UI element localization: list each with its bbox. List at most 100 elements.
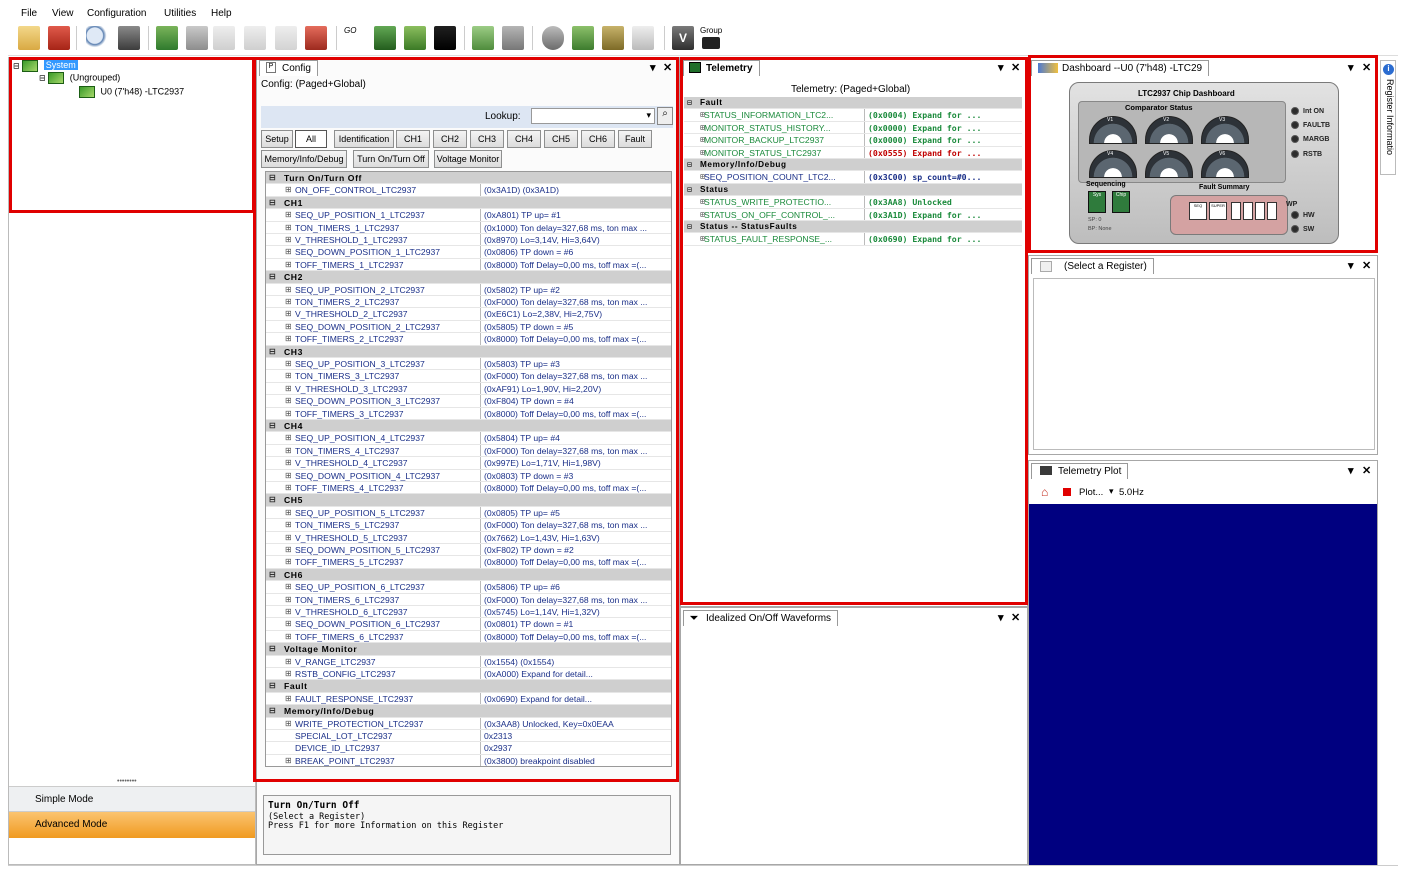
expand-icon[interactable]: ⊞ (285, 556, 292, 567)
telemetry-grid[interactable]: ⊟ Fault ⊞ STATUS_INFORMATION_LTC2... (0x0004… (681, 97, 1027, 297)
expand-icon[interactable]: ⊞ (285, 209, 292, 220)
collapse-icon[interactable]: ⊟ (269, 680, 276, 691)
group-header[interactable]: ⊟ Fault (266, 680, 671, 693)
plot-dropdown[interactable]: Plot... (1079, 487, 1103, 498)
expand-icon[interactable]: ⊞ (285, 606, 292, 617)
group-header[interactable]: ⊟ Turn On/Turn Off (266, 172, 671, 185)
expand-icon[interactable]: ⊞ (285, 755, 292, 766)
register-row[interactable]: SPECIAL_LOT_LTC2937 0x2313 (266, 730, 671, 743)
erase-icon[interactable] (632, 26, 654, 50)
close-icon[interactable]: ✕ (1362, 61, 1371, 74)
register-row[interactable]: ⊞ TOFF_TIMERS_1_LTC2937 (0x8000) Toff Dela… (266, 258, 671, 272)
register-row[interactable]: ⊞ BREAK_POINT_LTC2937 (0x3800) breakpoint … (266, 754, 671, 766)
expand-icon[interactable]: ⊞ (285, 370, 292, 381)
register-row[interactable]: ⊞ SEQ_DOWN_POSITION_1_LTC2937 (0x0806) TP … (266, 246, 671, 259)
telemetry-row[interactable]: ⊞ STATUS_WRITE_PROTECTIO... (0x3AA8) Unloc… (684, 196, 1022, 209)
filter-all-button[interactable]: All (295, 130, 327, 148)
collapse-icon[interactable]: ⊟ (269, 705, 276, 716)
expand-icon[interactable]: ⊞ (285, 284, 292, 295)
filter-ch6-button[interactable]: CH6 (581, 130, 615, 148)
drc-icon[interactable] (305, 26, 327, 50)
verify-icon[interactable] (434, 26, 456, 50)
register-row[interactable]: ⊞ SEQ_UP_POSITION_4_LTC2937 (0x5804) TP up… (266, 432, 671, 445)
close-icon[interactable]: ✕ (1362, 464, 1371, 477)
group-header[interactable]: ⊟ CH1 (266, 196, 671, 210)
group-header[interactable]: ⊟ CH5 (266, 494, 671, 507)
collapse-icon[interactable]: ⊟ (687, 97, 692, 108)
expand-icon[interactable]: ⊞ (285, 432, 292, 443)
expand-icon[interactable]: ⊞ (285, 594, 292, 605)
config-register-grid[interactable]: ⊟ Turn On/Turn Off ⊞ ON_OFF_CONTROL_LTC2937… (265, 171, 672, 767)
expand-icon[interactable]: ⊞ (285, 296, 292, 307)
expand-icon[interactable]: ⊞ (285, 693, 292, 704)
go-online-icon[interactable]: GO (344, 26, 366, 50)
filter-memory-button[interactable]: Memory/Info/Debug (261, 150, 347, 168)
tree-group[interactable]: ⊟ (Ungrouped) (39, 72, 120, 84)
expand-icon[interactable]: ⊞ (285, 507, 292, 518)
close-icon[interactable]: ✕ (1011, 611, 1020, 624)
register-row[interactable]: ⊞ V_THRESHOLD_1_LTC2937 (0x8970) Lo=3,14V,… (266, 234, 671, 247)
group-op-icon[interactable]: Group (700, 26, 728, 50)
register-row[interactable]: ⊞ TOFF_TIMERS_5_LTC2937 (0x8000) Toff Dela… (266, 556, 671, 569)
expand-icon[interactable]: ⊞ (285, 656, 292, 667)
expand-icon[interactable]: ⊞ (285, 631, 292, 642)
panel-menu-icon[interactable]: ▾ (1348, 61, 1354, 74)
expand-icon[interactable]: ⊞ (285, 544, 292, 555)
menu-file[interactable]: File (21, 8, 37, 19)
panel-menu-icon[interactable]: ▾ (650, 61, 656, 74)
save-icon[interactable] (48, 26, 70, 50)
register-row[interactable]: ⊞ SEQ_UP_POSITION_6_LTC2937 (0x5806) TP up… (266, 581, 671, 594)
collapse-icon[interactable]: ⊟ (269, 346, 276, 357)
register-row[interactable]: ⊞ SEQ_DOWN_POSITION_4_LTC2937 (0x0803) TP … (266, 469, 671, 482)
scan-icon[interactable] (156, 26, 178, 50)
advanced-mode-button[interactable]: Advanced Mode (9, 812, 255, 838)
clear-faults-icon[interactable] (472, 26, 494, 50)
expand-icon[interactable]: ⊞ (285, 321, 292, 332)
expand-icon[interactable]: ⊞ (285, 395, 292, 406)
register-row[interactable]: ⊞ TON_TIMERS_5_LTC2937 (0xF000) Ton delay=… (266, 519, 671, 532)
register-row[interactable]: ⊞ ON_OFF_CONTROL_LTC2937 (0x3A1D) (0x3A1D) (266, 184, 671, 197)
expand-icon[interactable]: ⊞ (285, 259, 292, 270)
filter-setup-button[interactable]: Setup (261, 130, 293, 148)
register-row[interactable]: ⊞ TON_TIMERS_3_LTC2937 (0xF000) Ton delay=… (266, 370, 671, 383)
group-header[interactable]: ⊟ CH4 (266, 420, 671, 433)
tree-device[interactable]: U0 (7'h48) -LTC2937 (79, 86, 184, 98)
doc-icon[interactable] (213, 26, 235, 50)
search-icon[interactable] (86, 26, 108, 50)
group-header[interactable]: ⊟ Memory/Info/Debug (266, 705, 671, 718)
expand-icon[interactable]: ⊞ (285, 383, 292, 394)
tab-telemetry[interactable]: Telemetry (683, 60, 760, 76)
ram-nvm-icon[interactable] (572, 26, 594, 50)
register-info-sidebar[interactable]: i Register Informatio (1380, 60, 1396, 175)
expand-icon[interactable]: ⊞ (285, 222, 292, 233)
register-row[interactable]: ⊞ V_THRESHOLD_3_LTC2937 (0xAF91) Lo=1,90V,… (266, 382, 671, 396)
panel-menu-icon[interactable]: ▾ (1348, 259, 1354, 272)
collapse-icon[interactable]: ⊟ (269, 494, 276, 505)
chip-icon[interactable] (186, 26, 208, 50)
lookup-input[interactable]: ▾ (531, 108, 655, 124)
register-row[interactable]: ⊞ V_THRESHOLD_6_LTC2937 (0x5745) Lo=1,14V,… (266, 606, 671, 619)
filter-ch2-button[interactable]: CH2 (433, 130, 467, 148)
register-row[interactable]: ⊞ SEQ_DOWN_POSITION_5_LTC2937 (0xF802) TP … (266, 544, 671, 557)
plot-rate[interactable]: 5.0Hz (1119, 487, 1144, 498)
ctrl-pin-icon[interactable] (502, 26, 524, 50)
register-row[interactable]: ⊞ SEQ_UP_POSITION_1_LTC2937 (0xA801) TP up… (266, 209, 671, 222)
plugin-icon[interactable] (118, 26, 140, 50)
telemetry-row[interactable]: ⊞ STATUS_INFORMATION_LTC2... (0x0004) Expa… (684, 109, 1022, 122)
expand-icon[interactable]: ⊞ (285, 358, 292, 369)
expand-icon[interactable]: ⊞ (285, 234, 292, 245)
expand-icon[interactable]: ⊞ (285, 618, 292, 629)
collapse-icon[interactable]: ⊟ (269, 643, 276, 654)
collapse-icon[interactable]: ⊟ (269, 420, 276, 431)
register-row[interactable]: ⊞ TON_TIMERS_2_LTC2937 (0xF000) Ton delay=… (266, 296, 671, 309)
group-header[interactable]: ⊟ Memory/Info/Debug (684, 159, 1022, 172)
collapse-icon[interactable]: ⊟ (687, 184, 692, 195)
register-row[interactable]: ⊞ V_THRESHOLD_4_LTC2937 (0x997E) Lo=1,71V,… (266, 457, 671, 470)
tab-telemetry-plot[interactable]: Telemetry Plot (1031, 463, 1129, 479)
simple-mode-button[interactable]: Simple Mode (9, 786, 255, 812)
expand-icon[interactable]: ⊞ (285, 718, 292, 729)
tab-dashboard[interactable]: Dashboard --U0 (7'h48) -LTC29 (1031, 60, 1210, 76)
register-row[interactable]: ⊞ V_THRESHOLD_2_LTC2937 (0xE6C1) Lo=2,38V,… (266, 308, 671, 321)
menu-help[interactable]: Help (211, 8, 232, 19)
register-row[interactable]: DEVICE_ID_LTC2937 0x2937 (266, 742, 671, 755)
